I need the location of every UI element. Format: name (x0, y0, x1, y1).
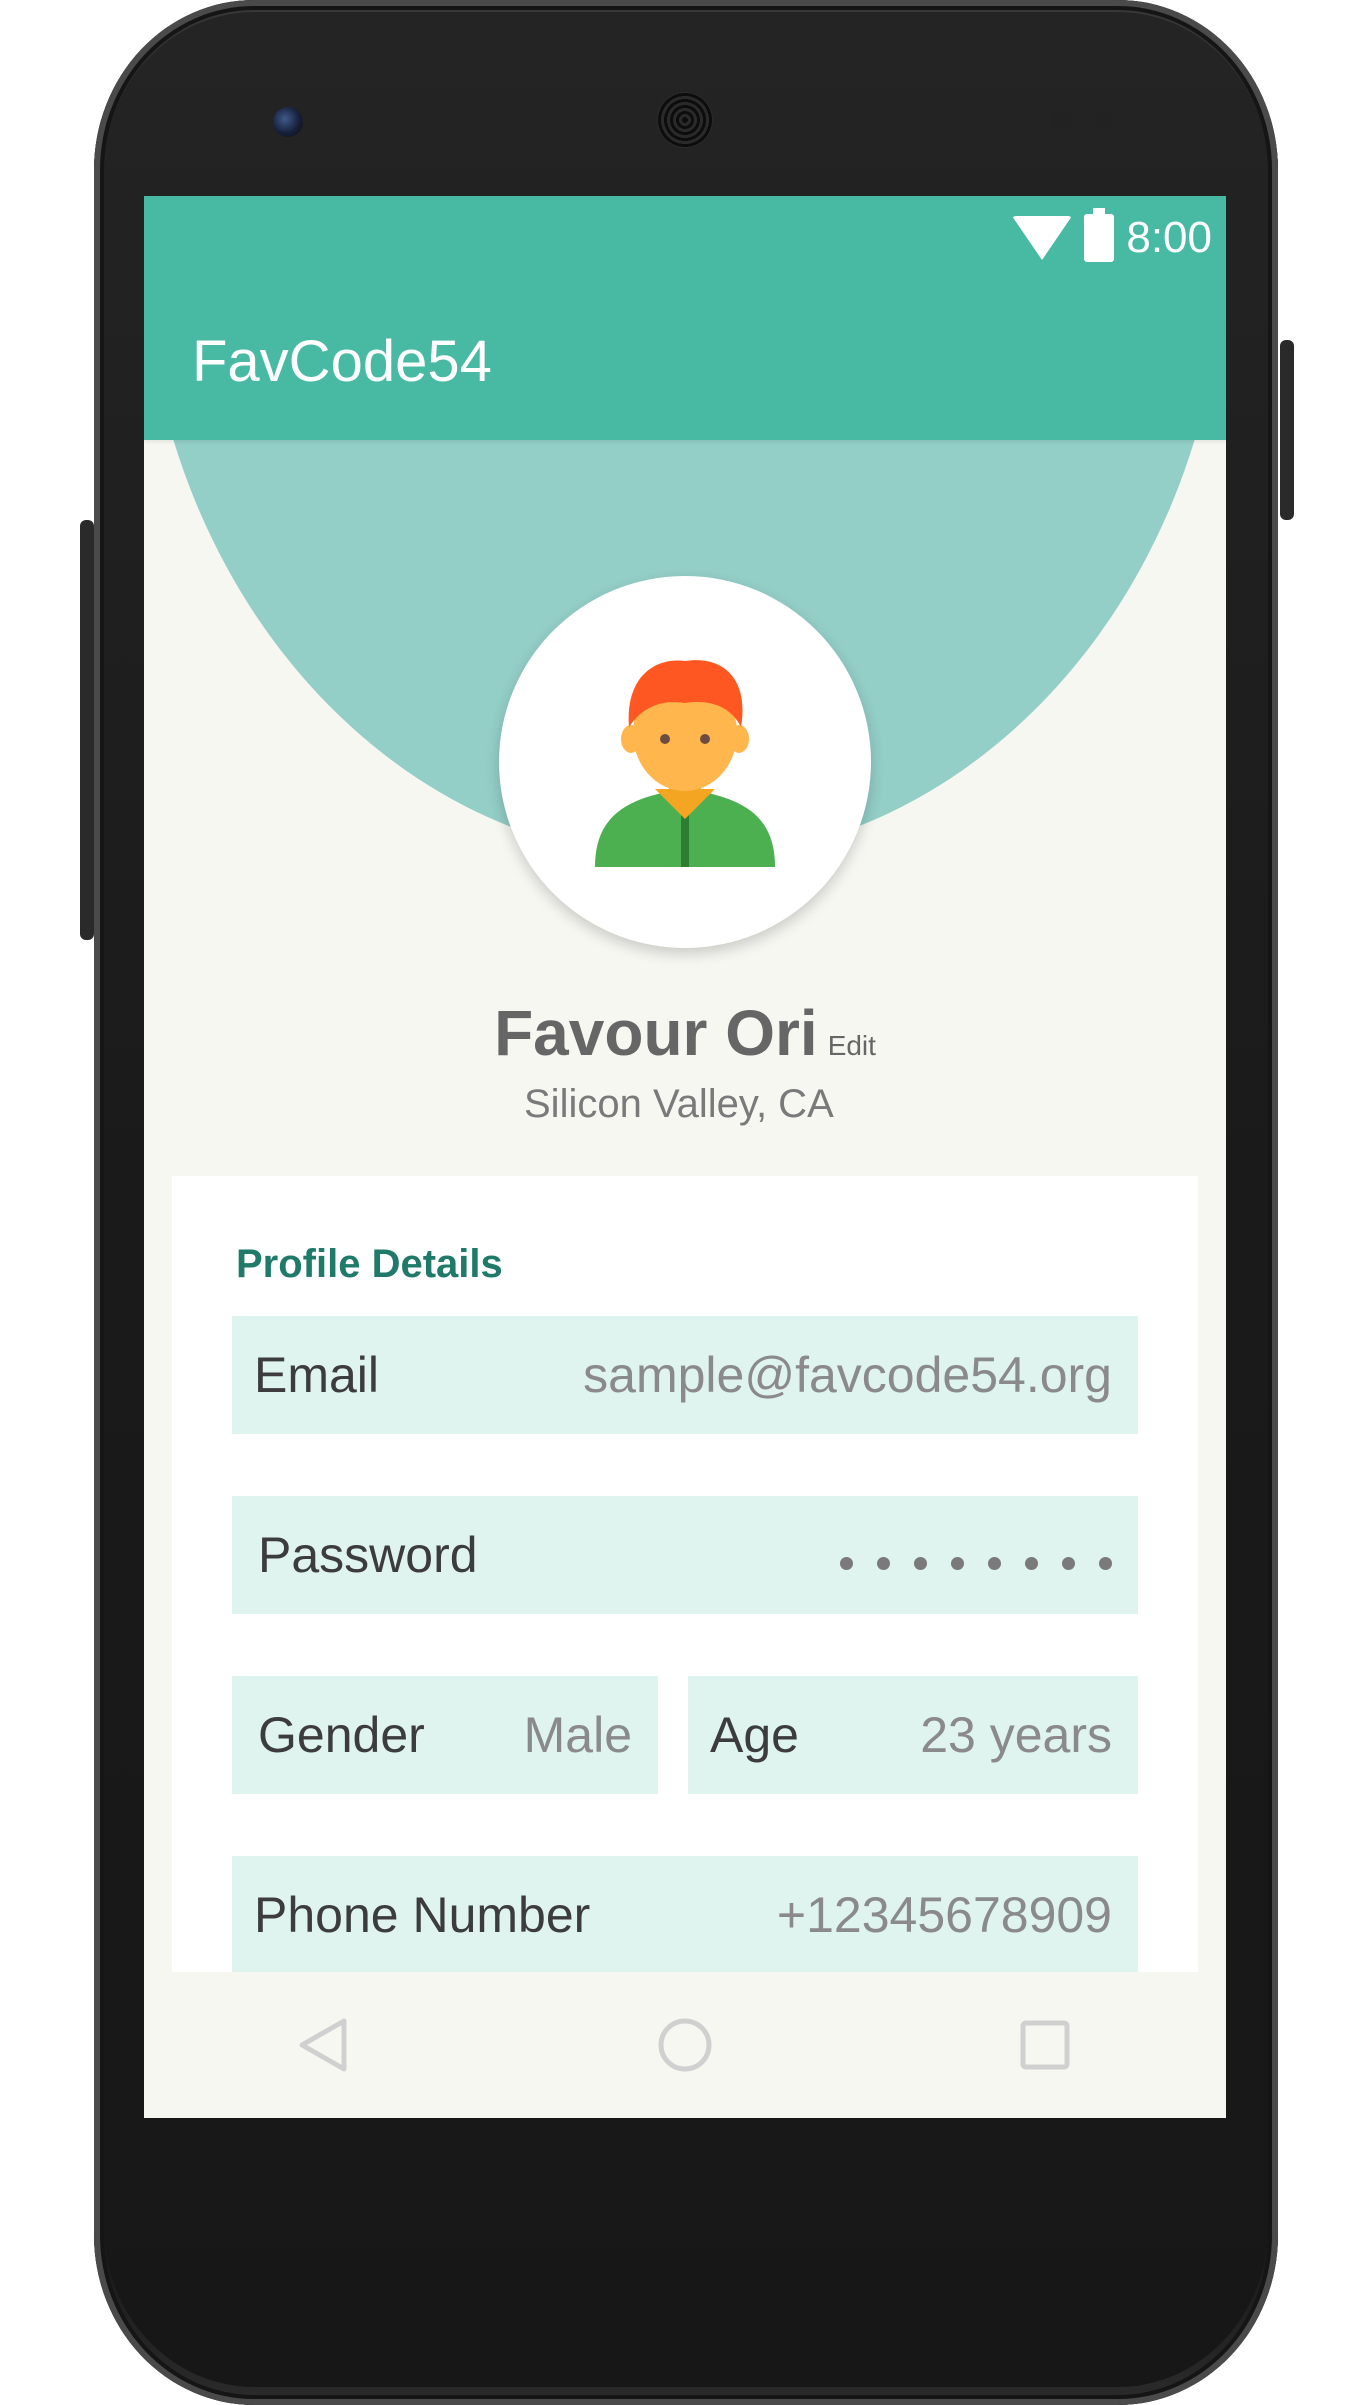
app-screen: 8:00 FavCode54 Favour Ori Edit Silicon Va… (144, 196, 1226, 2118)
password-dot (914, 1556, 927, 1570)
volume-button (80, 520, 94, 940)
gender-value: Male (523, 1707, 632, 1763)
section-title: Profile Details (236, 1242, 503, 1286)
password-masked-value (840, 1556, 1112, 1570)
recents-button[interactable] (1012, 2012, 1078, 2078)
profile-avatar[interactable] (499, 576, 871, 948)
recents-icon (1020, 2020, 1070, 2070)
back-icon (299, 2018, 347, 2072)
age-value: 23 years (920, 1707, 1112, 1763)
profile-location: Silicon Valley, CA (524, 1082, 834, 1126)
password-dot (988, 1556, 1001, 1570)
home-button[interactable] (652, 2012, 718, 2078)
app-bar: FavCode54 (144, 278, 1226, 440)
wifi-icon (1012, 216, 1073, 260)
password-field[interactable]: Password (232, 1496, 1138, 1614)
profile-name: Favour Ori (494, 997, 818, 1069)
email-field[interactable]: Email sample@favcode54.org (232, 1316, 1138, 1434)
age-field[interactable]: Age 23 years (688, 1676, 1138, 1794)
light-sensor (1094, 110, 1114, 130)
navigation-bar (144, 1972, 1226, 2118)
profile-name-row: Favour Ori Edit (144, 996, 1226, 1070)
phone-number-label: Phone Number (254, 1887, 591, 1943)
status-time: 8:00 (1126, 213, 1212, 262)
user-avatar-icon (595, 660, 775, 867)
email-label: Email (254, 1347, 380, 1403)
password-dot (951, 1556, 964, 1570)
password-label: Password (258, 1527, 478, 1583)
front-camera (273, 107, 303, 137)
password-dot (877, 1556, 890, 1570)
email-value: sample@favcode54.org (583, 1347, 1112, 1403)
password-dot (1025, 1556, 1038, 1570)
edit-profile-link[interactable]: Edit (828, 1030, 876, 1061)
phone-number-field[interactable]: Phone Number +12345678909 (232, 1856, 1138, 1974)
earpiece-speaker (657, 92, 713, 148)
gender-label: Gender (258, 1707, 425, 1763)
gender-field[interactable]: Gender Male (232, 1676, 658, 1794)
home-icon (658, 2018, 712, 2072)
status-icons: 8:00 (1012, 208, 1212, 266)
password-dot (1062, 1556, 1075, 1570)
app-title: FavCode54 (192, 329, 492, 394)
status-bar: 8:00 (144, 196, 1226, 278)
battery-icon (1084, 208, 1115, 262)
back-button[interactable] (289, 2012, 355, 2078)
proximity-sensor (1052, 110, 1072, 130)
password-dot (1099, 1556, 1112, 1570)
password-dot (840, 1556, 853, 1570)
age-label: Age (710, 1707, 799, 1763)
phone-number-value: +12345678909 (776, 1887, 1112, 1943)
power-button (1280, 340, 1294, 520)
